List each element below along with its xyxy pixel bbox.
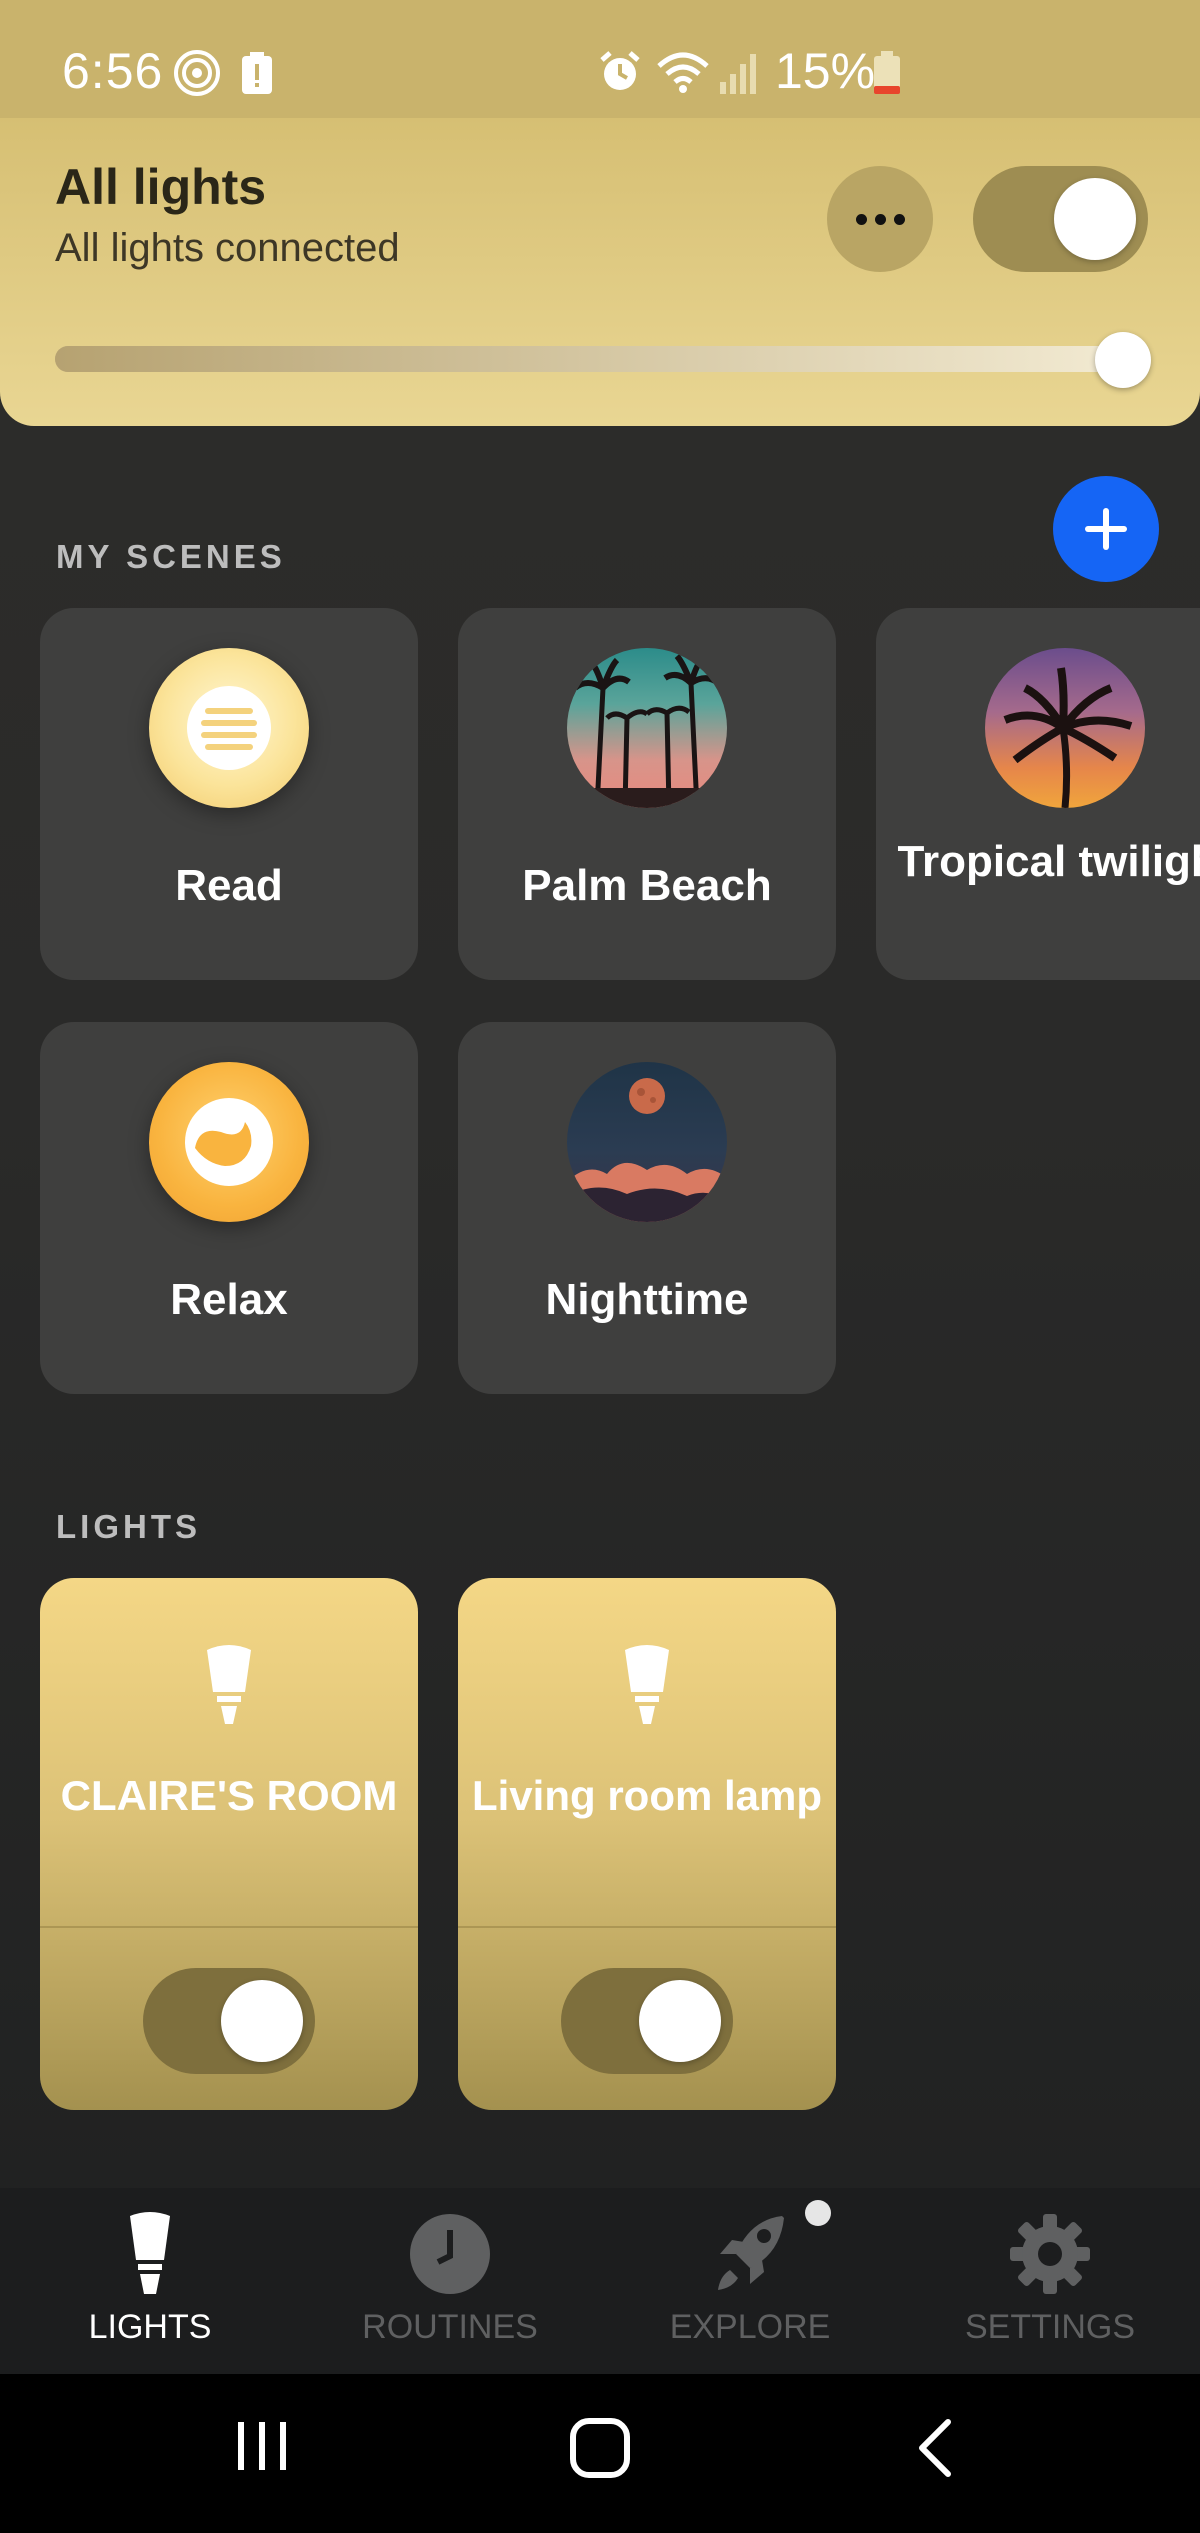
moon-clouds — [567, 1078, 727, 1222]
scene-label: Palm Beach — [522, 861, 772, 910]
nighttime-image — [567, 1062, 727, 1222]
light-card-living-room-lamp[interactable]: Living room lamp — [458, 1578, 836, 2110]
scene-label: Nighttime — [545, 1275, 749, 1324]
nav-label: SETTINGS — [964, 2308, 1136, 2346]
nav-explore[interactable]: EXPLORE — [600, 2188, 900, 2374]
palm-beach-image — [567, 648, 727, 808]
palm-silhouette — [1003, 667, 1133, 808]
card-divider — [458, 1926, 836, 1928]
status-bar: 6:56 15% — [0, 0, 1200, 120]
my-scenes-heading: MY SCENES — [56, 538, 286, 575]
brightness-slider-thumb[interactable] — [1095, 332, 1152, 388]
nav-settings[interactable]: SETTINGS — [900, 2188, 1200, 2374]
status-time: 6:56 — [62, 43, 164, 99]
all-lights-toggle[interactable] — [973, 166, 1148, 272]
brightness-fill — [55, 346, 1124, 372]
nav-label: LIGHTS — [88, 2308, 212, 2346]
light-toggle[interactable] — [561, 1968, 733, 2074]
all-lights-header: All lights All lights connected — [0, 118, 1200, 426]
lights-heading: LIGHTS — [56, 1508, 201, 1545]
toggle-knob — [639, 1980, 721, 2062]
rocket-icon — [718, 2216, 784, 2290]
brightness-slider[interactable] — [55, 346, 1145, 372]
all-lights-status: All lights connected — [55, 226, 400, 270]
scene-card-read[interactable]: Read — [40, 608, 418, 980]
system-navigation-bar — [0, 2374, 1200, 2533]
light-card-claires-room[interactable]: CLAIRE'S ROOM — [40, 1578, 418, 2110]
scene-label: Tropical twilight — [897, 837, 1200, 886]
relax-scene-icon — [149, 1062, 309, 1222]
explore-notification-dot — [805, 2200, 831, 2226]
add-scene-button[interactable] — [1053, 476, 1159, 582]
clock-icon — [410, 2214, 490, 2294]
fingerprint-icon — [174, 50, 220, 96]
plus-icon — [1085, 508, 1127, 550]
alarm-icon — [600, 51, 640, 90]
scene-label: Relax — [170, 1275, 288, 1324]
bulb-icon — [625, 1645, 669, 1724]
tropical-twilight-image — [985, 648, 1145, 808]
nav-label: ROUTINES — [362, 2308, 538, 2346]
light-toggle[interactable] — [143, 1968, 315, 2074]
home-icon[interactable] — [568, 2416, 632, 2480]
relax-swirl-icon — [185, 1098, 273, 1186]
bulb-icon — [130, 2212, 170, 2294]
signal-icon — [720, 54, 756, 94]
nav-label: EXPLORE — [669, 2308, 831, 2346]
recent-apps-icon[interactable] — [232, 2416, 292, 2476]
more-dots-icon — [855, 213, 867, 225]
scene-card-palm-beach[interactable]: Palm Beach — [458, 608, 836, 980]
scene-card-tropical-twilight[interactable]: Tropical twilight — [876, 608, 1200, 980]
light-name: CLAIRE'S ROOM — [60, 1772, 398, 1819]
nav-lights[interactable]: LIGHTS — [0, 2188, 300, 2374]
palm-silhouette — [567, 654, 727, 808]
battery-alert-icon — [242, 52, 272, 94]
wifi-icon — [657, 52, 709, 93]
toggle-knob — [1054, 178, 1136, 260]
battery-percent: 15% — [775, 43, 876, 99]
more-dot — [893, 213, 905, 225]
toggle-knob — [221, 1980, 303, 2062]
nav-routines[interactable]: ROUTINES — [300, 2188, 600, 2374]
read-lines-icon — [187, 686, 271, 770]
scene-card-relax[interactable]: Relax — [40, 1022, 418, 1394]
scene-card-nighttime[interactable]: Nighttime — [458, 1022, 836, 1394]
more-options-button[interactable] — [827, 166, 933, 272]
all-lights-title: All lights — [55, 159, 267, 215]
light-name: Living room lamp — [471, 1772, 823, 1819]
scene-label: Read — [175, 861, 283, 910]
more-dot — [874, 213, 886, 225]
read-scene-icon — [149, 648, 309, 808]
bottom-navigation: LIGHTS ROUTINES EXPLORE SETTINGS — [0, 2188, 1200, 2374]
gear-icon — [1010, 2214, 1090, 2294]
card-divider — [40, 1926, 418, 1928]
back-icon[interactable] — [910, 2416, 960, 2480]
battery-icon — [874, 51, 900, 94]
bulb-icon — [207, 1645, 251, 1724]
